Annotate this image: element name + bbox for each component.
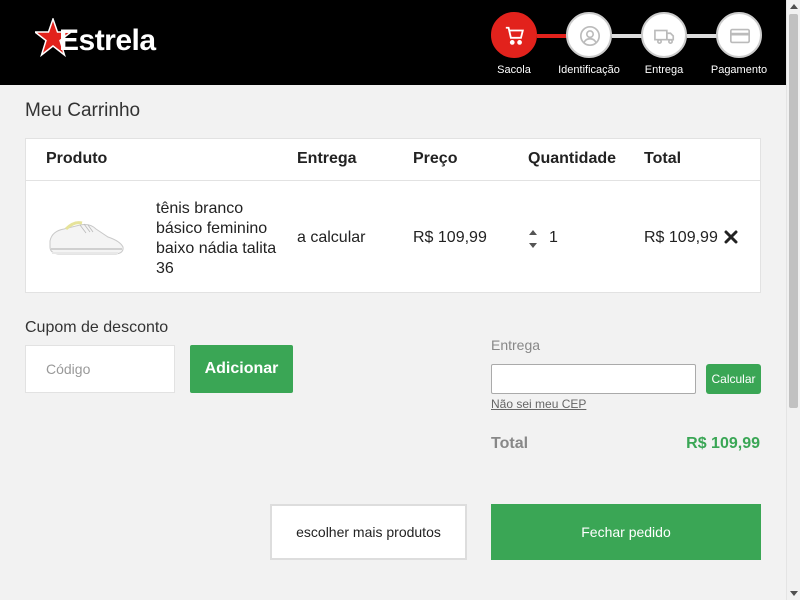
scroll-down-arrow-icon[interactable] bbox=[790, 591, 798, 596]
cep-input[interactable] bbox=[491, 364, 696, 394]
delivery-value: a calcular bbox=[297, 229, 366, 246]
cart-table: Produto Entrega Preço Quantidade Total t… bbox=[25, 138, 761, 293]
scroll-thumb[interactable] bbox=[789, 14, 798, 408]
column-header-total: Total bbox=[644, 150, 682, 167]
column-header-entrega: Entrega bbox=[297, 150, 357, 167]
header: Estrela Sacola Identificação Entrega Pag… bbox=[0, 0, 786, 85]
truck-icon bbox=[641, 12, 687, 58]
cart-item-row: tênis branco básico feminino baixo nádia… bbox=[26, 181, 760, 293]
credit-card-icon bbox=[716, 12, 762, 58]
column-header-produto: Produto bbox=[46, 150, 108, 167]
cart-table-header: Produto Entrega Preço Quantidade Total bbox=[26, 139, 760, 181]
coupon-label: Cupom de desconto bbox=[25, 319, 169, 336]
estrela-logo[interactable]: Estrela bbox=[35, 18, 180, 62]
step-pagamento[interactable]: Pagamento bbox=[694, 12, 784, 76]
cart-icon bbox=[491, 12, 537, 58]
choose-more-products-button[interactable]: escolher mais produtos bbox=[270, 504, 467, 560]
quantity-value[interactable]: 1 bbox=[549, 229, 558, 247]
scrollbar[interactable] bbox=[786, 0, 800, 600]
column-header-preco: Preço bbox=[413, 150, 458, 167]
quantity-stepper[interactable] bbox=[529, 228, 539, 252]
calculate-shipping-button[interactable]: Calcular bbox=[706, 364, 761, 394]
user-icon bbox=[566, 12, 612, 58]
shipping-label: Entrega bbox=[491, 337, 541, 353]
quantity-increase-icon[interactable] bbox=[529, 230, 537, 235]
item-total-value: R$ 109,99 bbox=[644, 229, 718, 246]
column-header-quantidade: Quantidade bbox=[528, 150, 617, 167]
coupon-code-input[interactable] bbox=[25, 345, 175, 393]
page-title: Meu Carrinho bbox=[25, 100, 141, 121]
quantity-decrease-icon[interactable] bbox=[529, 243, 537, 248]
checkout-button[interactable]: Fechar pedido bbox=[491, 504, 761, 560]
product-image[interactable] bbox=[46, 211, 126, 261]
logo-text: Estrela bbox=[59, 24, 156, 57]
remove-item-icon[interactable] bbox=[724, 230, 740, 246]
checkout-steps: Sacola Identificação Entrega Pagamento bbox=[490, 12, 780, 77]
add-coupon-button[interactable]: Adicionar bbox=[190, 345, 293, 393]
step-label: Pagamento bbox=[710, 64, 768, 76]
product-name[interactable]: tênis branco básico feminino baixo nádia… bbox=[156, 199, 286, 279]
total-value: R$ 109,99 bbox=[686, 435, 760, 452]
price-value: R$ 109,99 bbox=[413, 229, 487, 246]
unknown-cep-link[interactable]: Não sei meu CEP bbox=[491, 397, 586, 411]
total-label: Total bbox=[491, 435, 529, 452]
scroll-up-arrow-icon[interactable] bbox=[790, 4, 798, 9]
